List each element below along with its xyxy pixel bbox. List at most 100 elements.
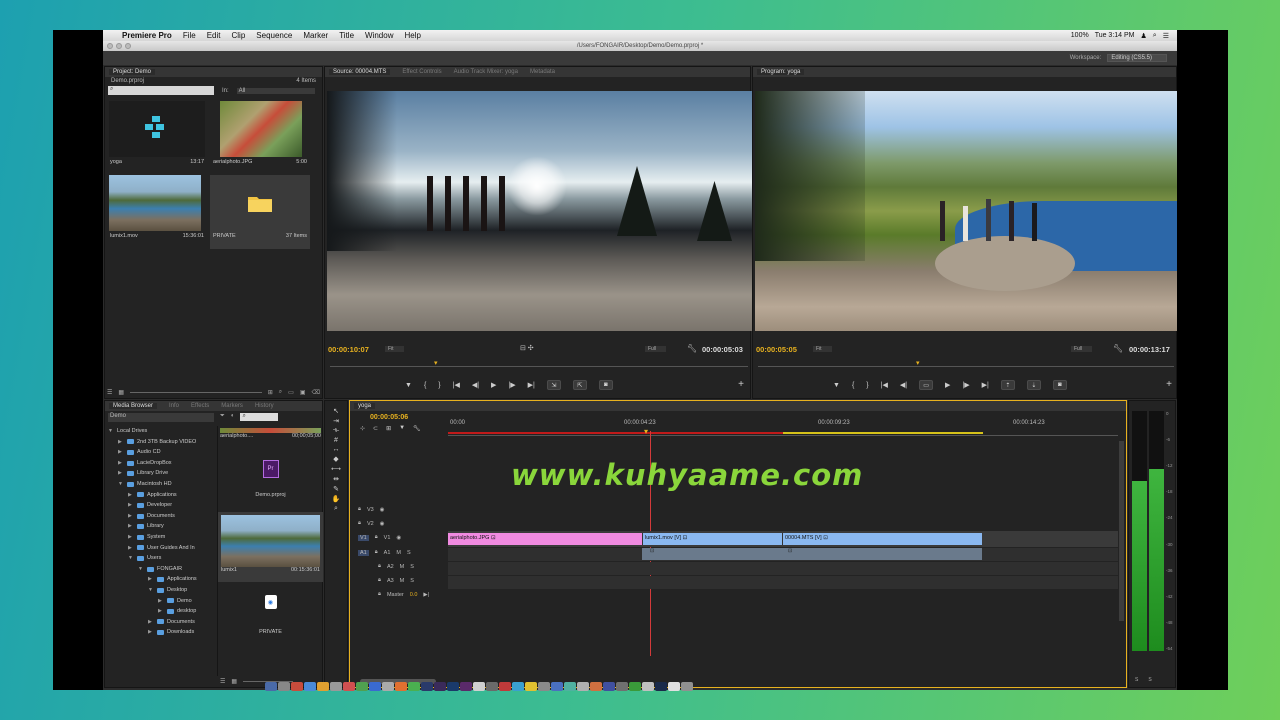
tab-metadata[interactable]: Metadata: [530, 69, 555, 75]
export-frame-button[interactable]: ◙: [1052, 380, 1067, 390]
list-view-icon[interactable]: ☰: [107, 389, 112, 396]
playhead-icon[interactable]: ▾: [916, 359, 920, 367]
timeline-ruler[interactable]: 00:00 00:00:04:23 00:00:09:23 00:00:14:2…: [448, 414, 1118, 436]
solo-right-button[interactable]: S: [1148, 677, 1151, 683]
folder-tree-item[interactable]: ▶ desktop: [108, 606, 197, 617]
folder-tree-item[interactable]: ▼ FONGAIR: [108, 564, 197, 575]
solo-icon[interactable]: S: [410, 578, 414, 584]
folder-tree-item[interactable]: ▶ Demo: [108, 596, 197, 607]
lock-icon[interactable]: 🔒︎: [375, 549, 378, 556]
dock-app-icon[interactable]: [603, 682, 615, 691]
track-a3[interactable]: [448, 576, 1118, 589]
folder-tree-item[interactable]: ▶ Audio CD: [108, 447, 197, 458]
dock-app-icon[interactable]: [421, 682, 433, 691]
dock-app-icon[interactable]: [447, 682, 459, 691]
mark-in-icon[interactable]: {: [852, 382, 854, 389]
disclosure-triangle-icon[interactable]: ▶: [148, 627, 154, 638]
eye-icon[interactable]: ◉: [396, 535, 401, 541]
folder-tree-item[interactable]: ▶ Applications: [108, 574, 197, 585]
lock-icon[interactable]: 🔒︎: [378, 563, 381, 570]
master-volume[interactable]: 0.0: [410, 592, 418, 598]
dock-app-icon[interactable]: [525, 682, 537, 691]
tab-effect-controls[interactable]: Effect Controls: [402, 69, 441, 75]
tab-history[interactable]: History: [255, 403, 274, 409]
menu-clip[interactable]: Clip: [232, 31, 246, 40]
playhead-icon[interactable]: ▾: [434, 359, 438, 367]
disclosure-triangle-icon[interactable]: ▶: [148, 617, 154, 628]
source-patch-a1[interactable]: A1: [358, 549, 369, 556]
in-select[interactable]: All: [236, 87, 315, 94]
automate-icon[interactable]: ⊞: [268, 389, 273, 396]
step-back-icon[interactable]: ◀|: [472, 381, 479, 389]
timeline-vertical-scrollbar[interactable]: [1119, 441, 1124, 621]
disclosure-triangle-icon[interactable]: ▶: [128, 521, 134, 532]
lock-icon[interactable]: 🔒︎: [375, 534, 378, 541]
media-search-input[interactable]: ⌕: [240, 413, 279, 421]
folder-tree-item[interactable]: ▶ Documents: [108, 617, 197, 628]
disclosure-triangle-icon[interactable]: ▶: [118, 437, 124, 448]
dock-app-icon[interactable]: [499, 682, 511, 691]
zoom-icon[interactable]: [125, 43, 131, 49]
play-around-button[interactable]: ▭: [919, 380, 934, 390]
add-marker-icon[interactable]: ▼: [399, 425, 405, 432]
tab-program[interactable]: Program: yoga: [757, 69, 805, 75]
workspace-select[interactable]: Editing (CS5.5): [1107, 54, 1167, 62]
program-playhead-timecode[interactable]: 00:00:05:05: [756, 345, 797, 354]
ripple-edit-tool-icon[interactable]: ⟛: [333, 427, 339, 435]
step-back-icon[interactable]: ◀|: [900, 381, 907, 389]
program-video[interactable]: [755, 91, 1177, 331]
folder-tree-item[interactable]: ▶ Developer: [108, 500, 197, 511]
mute-icon[interactable]: M: [400, 564, 405, 570]
extract-button[interactable]: ⇣: [1026, 380, 1041, 390]
dock-app-icon[interactable]: [486, 682, 498, 691]
disclosure-triangle-icon[interactable]: ▼: [108, 426, 114, 437]
folder-tree-item[interactable]: ▼ Local Drives: [108, 426, 197, 437]
close-icon[interactable]: [107, 43, 113, 49]
step-forward-icon[interactable]: |▶: [962, 381, 969, 389]
source-playhead-timecode[interactable]: 00:00:10:07: [328, 345, 369, 354]
dock-app-icon[interactable]: [642, 682, 654, 691]
rolling-edit-tool-icon[interactable]: #: [334, 437, 338, 444]
media-file[interactable]: ◉ PRIVATE: [218, 582, 323, 648]
rate-stretch-tool-icon[interactable]: ↔: [333, 446, 340, 453]
menu-sequence[interactable]: Sequence: [256, 31, 292, 40]
tab-audio-track-mixer[interactable]: Audio Track Mixer: yoga: [454, 69, 518, 75]
wrench-icon[interactable]: 🔧︎: [687, 344, 697, 353]
play-icon[interactable]: ▶: [491, 381, 496, 389]
source-patch-v1[interactable]: V1: [358, 534, 369, 541]
dock-app-icon[interactable]: [304, 682, 316, 691]
go-to-out-icon[interactable]: ▶|: [982, 381, 989, 389]
dock-app-icon[interactable]: [408, 682, 420, 691]
project-search-input[interactable]: ⌕: [108, 86, 214, 95]
disclosure-triangle-icon[interactable]: ▶: [148, 574, 154, 585]
dock-app-icon[interactable]: [473, 682, 485, 691]
disclosure-triangle-icon[interactable]: ▼: [118, 479, 124, 490]
new-item-icon[interactable]: ▣: [300, 389, 306, 396]
media-file[interactable]: aerialphoto.... 00;00;05;00: [218, 426, 323, 446]
add-marker-icon[interactable]: ▼: [405, 382, 412, 389]
tab-markers[interactable]: Markers: [221, 403, 243, 409]
eye-icon[interactable]: ◉: [380, 521, 385, 527]
trash-icon[interactable]: ⌫: [312, 389, 320, 396]
export-frame-button[interactable]: ◙: [598, 380, 613, 390]
dock-app-icon[interactable]: [551, 682, 563, 691]
dock-app-icon[interactable]: [369, 682, 381, 691]
disclosure-triangle-icon[interactable]: ▼: [138, 564, 144, 575]
pen-tool-icon[interactable]: ✎: [333, 485, 339, 493]
project-item[interactable]: lumix1.mov 15:36:01: [107, 175, 207, 241]
location-select[interactable]: Demo: [108, 413, 214, 422]
tab-source[interactable]: Source: 00004.MTS: [329, 69, 391, 75]
source-quality-select[interactable]: Full: [645, 346, 667, 352]
wrench-icon[interactable]: 🔧︎: [1113, 344, 1123, 353]
mark-out-icon[interactable]: }: [438, 382, 440, 389]
dock-app-icon[interactable]: [590, 682, 602, 691]
add-button[interactable]: +: [738, 379, 744, 390]
folder-tree-item[interactable]: ▼ Users: [108, 553, 197, 564]
snap-icon[interactable]: ⊹: [360, 425, 365, 432]
overwrite-button[interactable]: ⇱: [572, 380, 587, 390]
dock-app-icon[interactable]: [278, 682, 290, 691]
program-quality-select[interactable]: Full: [1071, 346, 1093, 352]
audio-clip[interactable]: ⊡ ⊡: [642, 548, 982, 560]
tab-project[interactable]: Project: Demo: [109, 69, 156, 75]
lock-icon[interactable]: 🔒︎: [378, 577, 381, 584]
